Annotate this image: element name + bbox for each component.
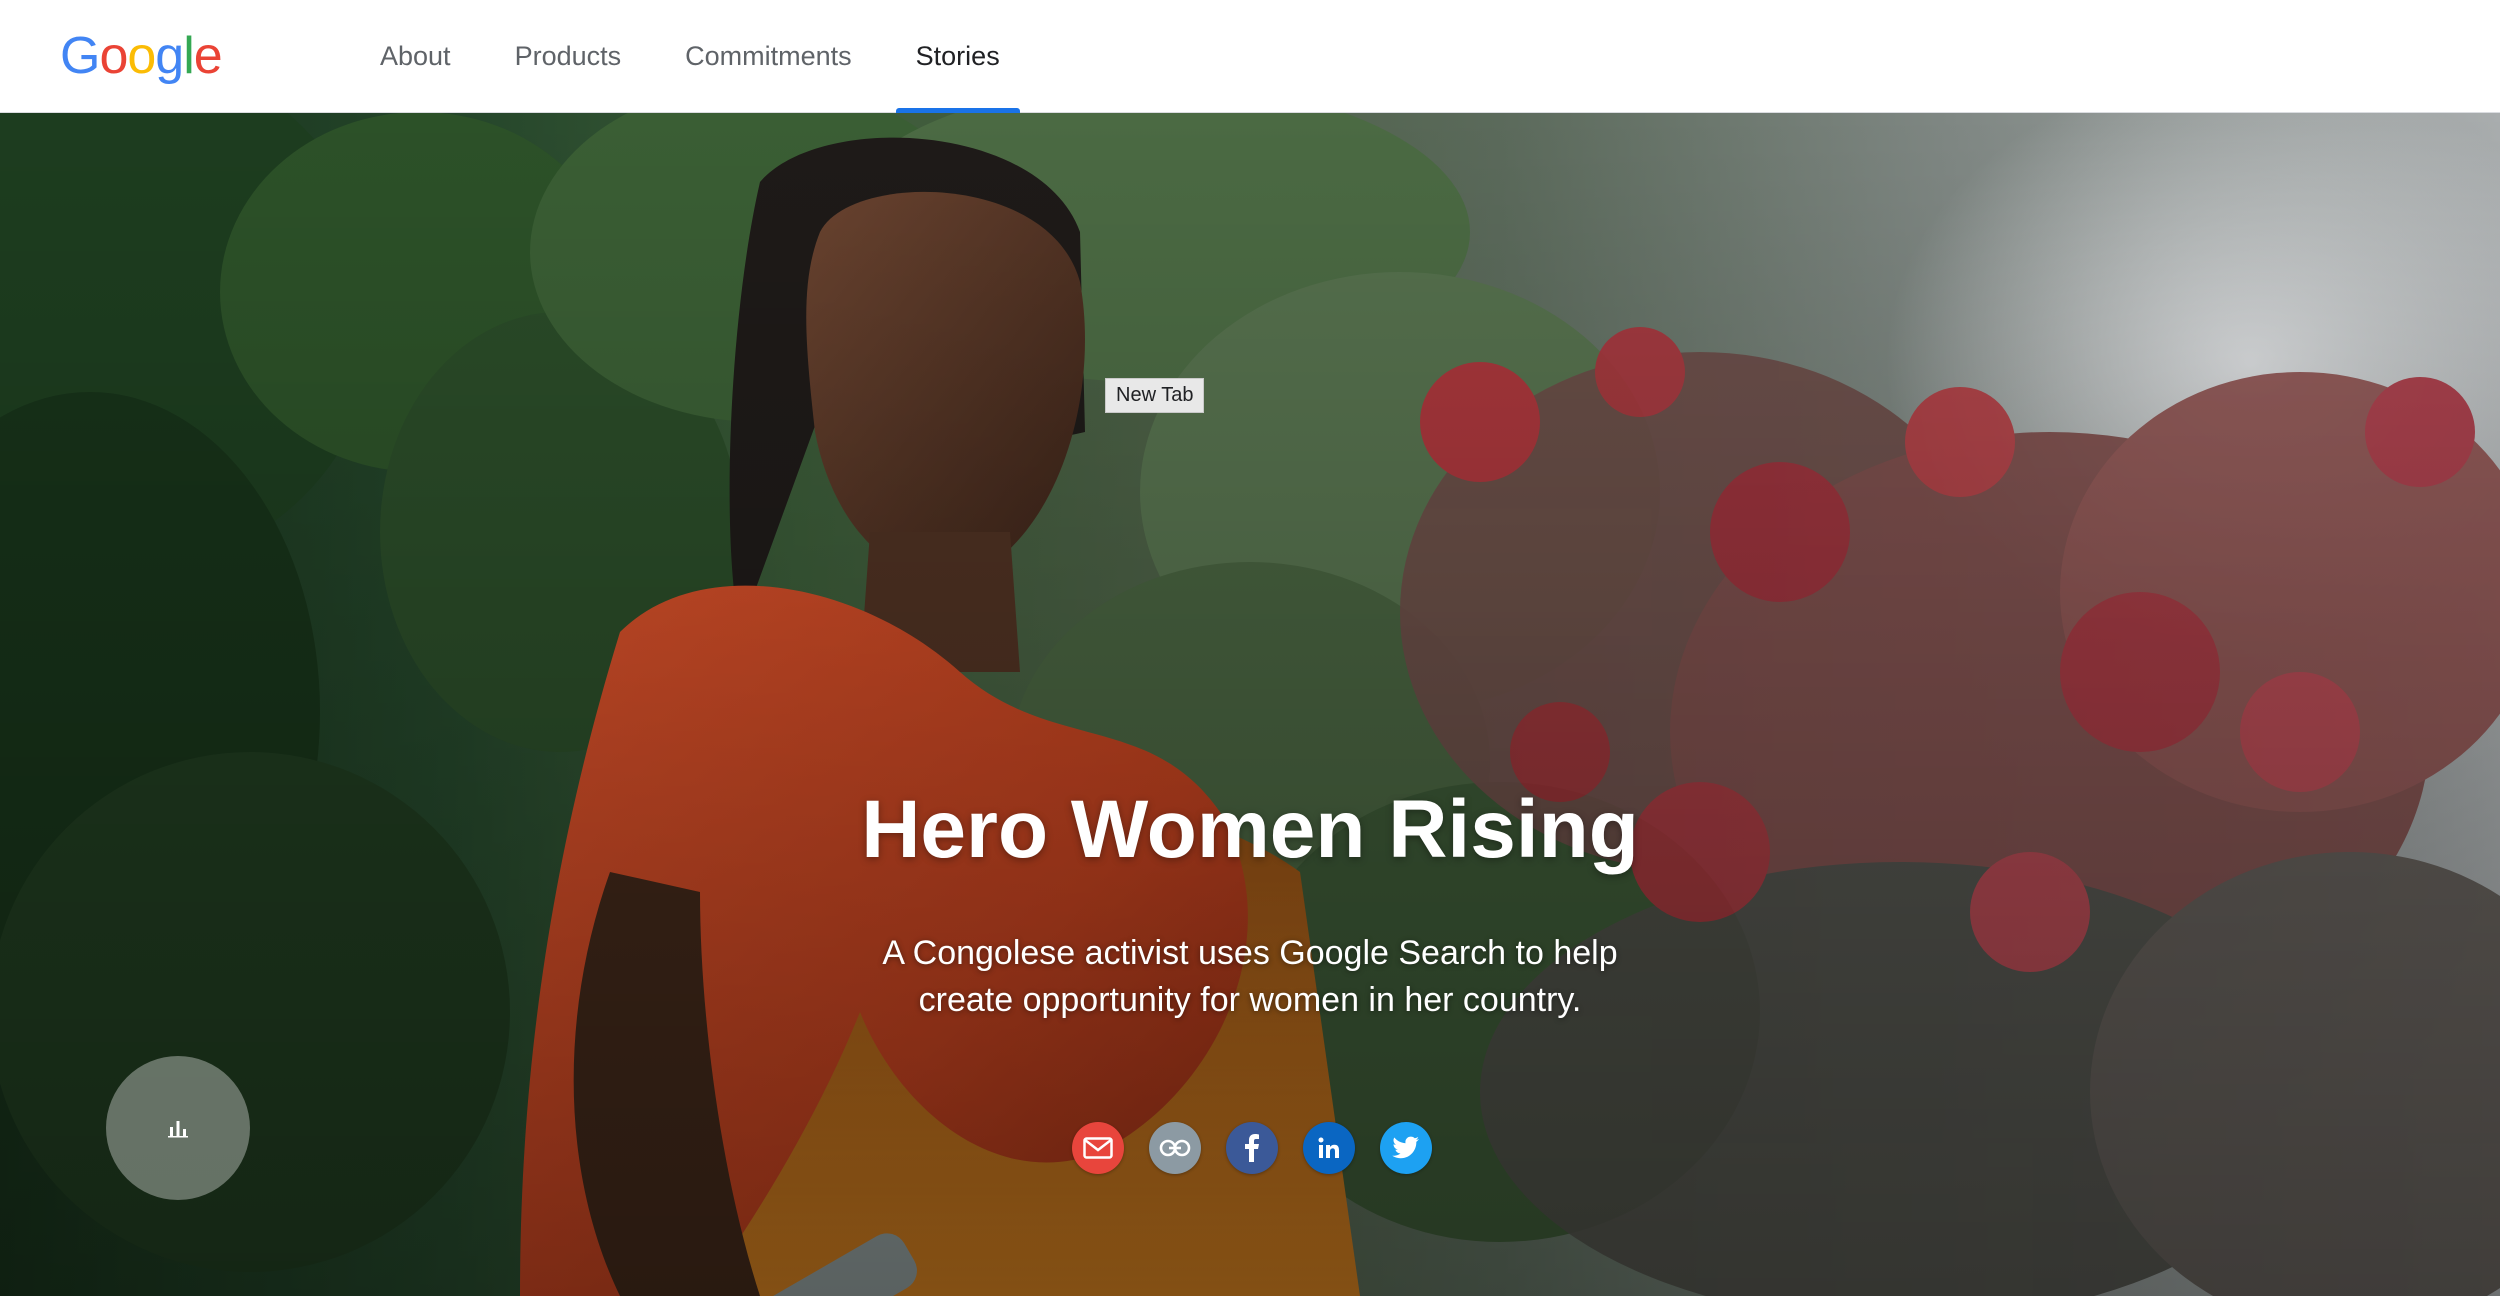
logo-letter: e <box>193 27 223 85</box>
nav-stories[interactable]: Stories <box>895 0 1020 113</box>
bar-chart-icon <box>168 1121 188 1138</box>
share-copy-link-button[interactable] <box>1149 1122 1201 1174</box>
page: Google About Products Commitments Storie… <box>0 0 2500 1296</box>
mail-icon <box>1083 1137 1113 1159</box>
logo-letter: o <box>127 27 156 85</box>
facebook-icon <box>1245 1134 1259 1162</box>
hero-photo <box>0 112 2500 1296</box>
logo-letter: o <box>99 27 128 85</box>
linkedin-icon <box>1318 1137 1339 1158</box>
nav-products[interactable]: Products <box>495 0 642 112</box>
stats-button[interactable] <box>106 1056 250 1200</box>
share-bar <box>1072 1122 1457 1174</box>
hero-title: Hero Women Rising <box>861 784 1639 875</box>
main-nav: About Products Commitments Stories <box>360 0 1044 113</box>
share-twitter-button[interactable] <box>1380 1122 1432 1174</box>
link-icon <box>1159 1139 1191 1157</box>
google-logo[interactable]: Google <box>60 26 223 86</box>
share-linkedin-button[interactable] <box>1303 1122 1355 1174</box>
site-header: Google About Products Commitments Storie… <box>0 0 2500 113</box>
hero-section: New Tab Hero Women Rising A Congolese ac… <box>0 112 2500 1296</box>
logo-letter: g <box>155 27 184 85</box>
nav-about[interactable]: About <box>360 0 471 112</box>
share-email-button[interactable] <box>1072 1122 1124 1174</box>
hero-subtitle: A Congolese activist uses Google Search … <box>882 934 1618 1019</box>
new-tab-tooltip: New Tab <box>1105 378 1205 413</box>
share-facebook-button[interactable] <box>1226 1122 1278 1174</box>
logo-letter: G <box>60 27 100 85</box>
twitter-icon <box>1392 1136 1419 1159</box>
logo-letter: l <box>183 27 195 85</box>
nav-commitments[interactable]: Commitments <box>665 0 872 112</box>
